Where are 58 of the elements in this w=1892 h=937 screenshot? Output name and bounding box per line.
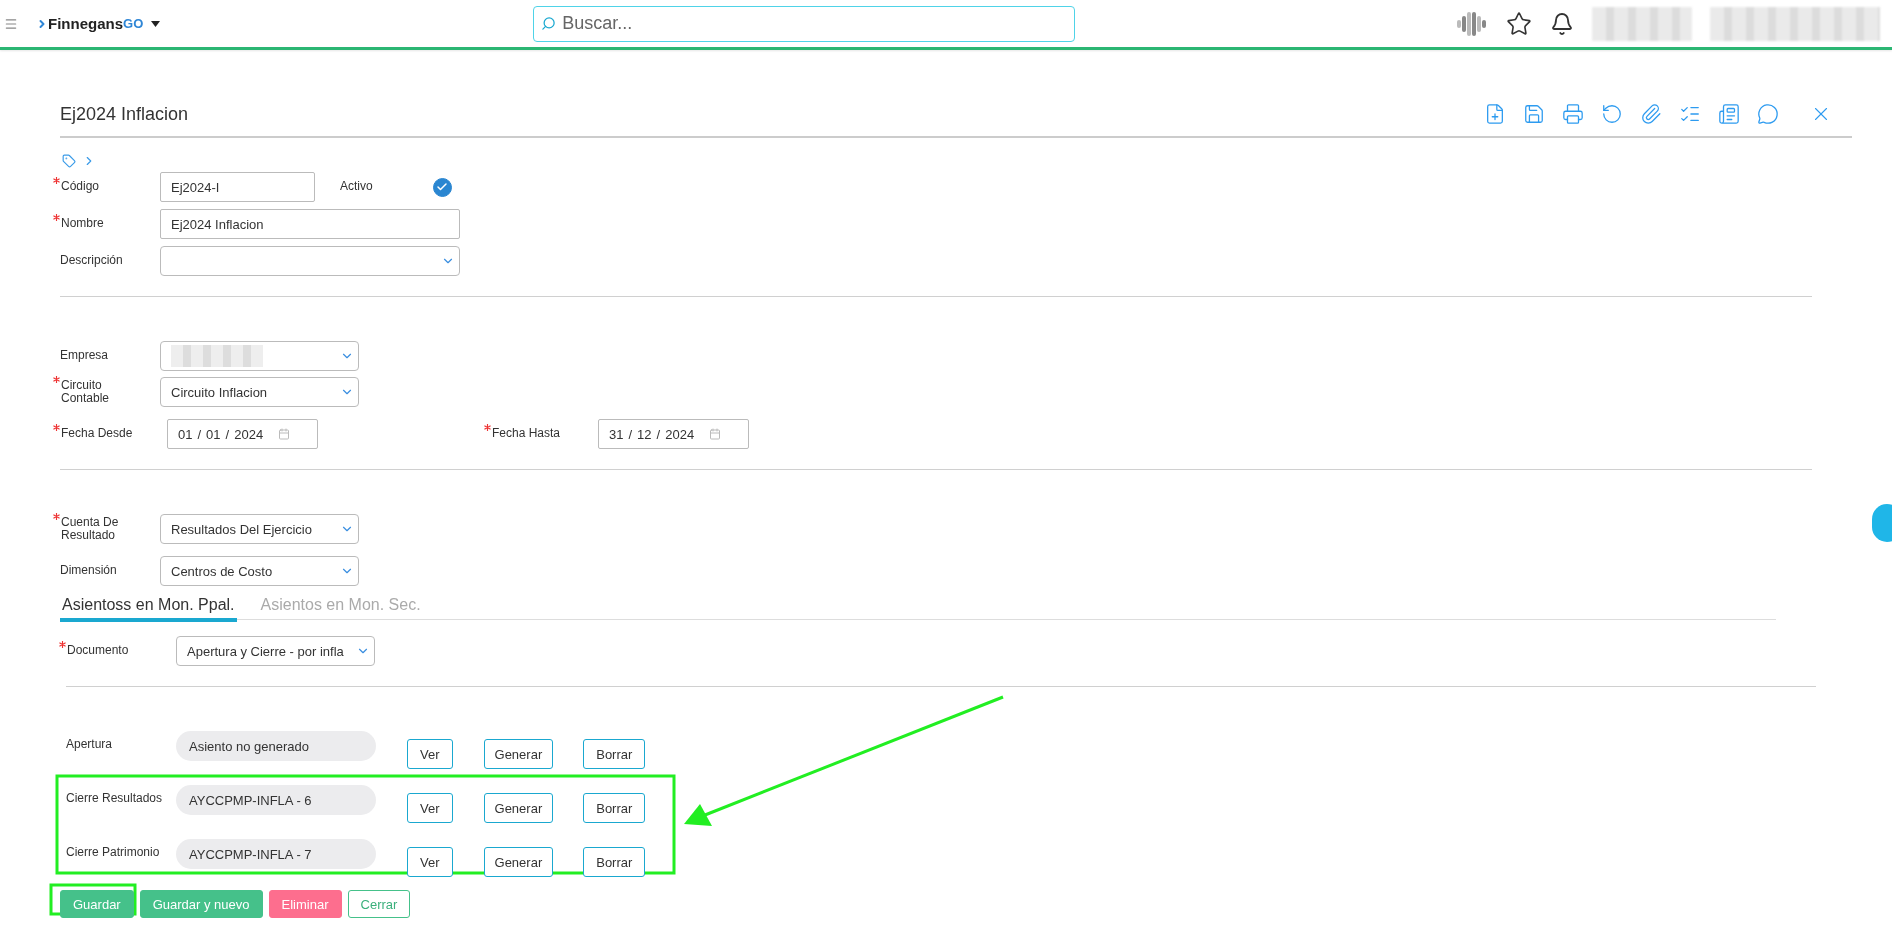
entry-button[interactable]: Ver — [407, 793, 453, 823]
field-label: Cuenta De Resultado — [61, 515, 120, 543]
entry-button[interactable]: Ver — [407, 847, 453, 877]
waveform-icon[interactable] — [1454, 10, 1488, 37]
bell-icon[interactable] — [1550, 11, 1574, 36]
select-field[interactable] — [160, 341, 359, 371]
tab[interactable]: Asientoss en Mon. Ppal. — [60, 596, 237, 622]
field-label: Fecha Desde — [61, 427, 133, 441]
page-title: Ej2024 Inflacion — [60, 103, 189, 125]
field-label: Nombre — [61, 217, 104, 231]
select-field[interactable]: Apertura y Cierre - por infla — [176, 636, 375, 666]
checkbox[interactable] — [432, 177, 452, 197]
entry-button[interactable]: Borrar — [583, 793, 646, 823]
menu-icon[interactable] — [4, 16, 18, 31]
print-icon[interactable] — [1562, 103, 1584, 125]
calendar-icon — [278, 428, 291, 440]
tag-icon[interactable] — [62, 154, 76, 168]
text-field[interactable]: Ej2024 Inflacion — [160, 209, 460, 239]
select-field[interactable] — [160, 246, 460, 276]
search-field[interactable]: Buscar... — [533, 5, 1076, 42]
entry-button[interactable]: Generar — [483, 739, 554, 769]
save-icon[interactable] — [1523, 103, 1545, 125]
calendar-icon — [709, 428, 722, 440]
search-icon — [541, 15, 557, 31]
entry-value: AYCCPMP-INFLA - 7 — [176, 839, 376, 869]
star-icon[interactable] — [1506, 10, 1532, 37]
field-label: Empresa — [60, 349, 109, 363]
field-label: Fecha Hasta — [492, 427, 561, 441]
field-label: Apertura — [66, 738, 113, 752]
document-icon[interactable] — [1718, 103, 1740, 125]
text-field[interactable]: Ej2024-I — [160, 172, 315, 202]
check-icon — [436, 181, 449, 193]
select-field[interactable]: Resultados Del Ejercicio — [160, 514, 359, 544]
field-label: Dimensión — [60, 564, 117, 578]
select-field[interactable]: Centros de Costo — [160, 556, 359, 586]
field-label: Cierre Resultados — [66, 792, 163, 806]
field-label: Activo — [340, 180, 373, 194]
entry-button[interactable]: Borrar — [583, 739, 646, 769]
date-field[interactable]: 31 / 12 / 2024 — [598, 419, 749, 449]
entry-button[interactable]: Borrar — [583, 847, 646, 877]
field-label: Código — [61, 180, 100, 194]
new-document-icon[interactable] — [1484, 103, 1506, 125]
field-label: Documento — [67, 644, 129, 658]
caret-icon[interactable] — [151, 20, 161, 27]
date-field[interactable]: 01 / 01 / 2024 — [167, 419, 318, 449]
entry-button[interactable]: Generar — [483, 847, 554, 877]
entry-button[interactable]: Generar — [483, 793, 554, 823]
entry-value: AYCCPMP-INFLA - 6 — [176, 785, 376, 815]
field-label: Cierre Patrimonio — [66, 846, 160, 860]
field-label: Descripción — [60, 254, 123, 268]
entry-value: Asiento no generado — [176, 731, 376, 761]
entry-button[interactable]: Ver — [407, 739, 453, 769]
select-field[interactable]: Circuito Inflacion — [160, 377, 359, 407]
history-icon[interactable] — [1601, 103, 1623, 125]
logo[interactable]: FinnegansGO — [36, 15, 144, 32]
comment-icon[interactable] — [1757, 103, 1779, 125]
field-label: Circuito Contable — [61, 378, 111, 406]
paperclip-icon[interactable] — [1640, 103, 1662, 125]
